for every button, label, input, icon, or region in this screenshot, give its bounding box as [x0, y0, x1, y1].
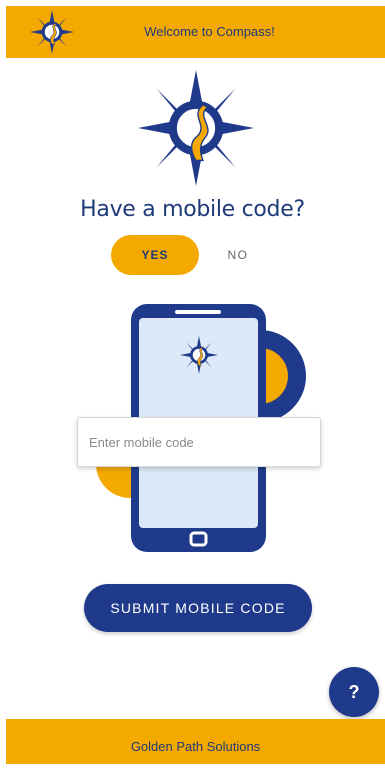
help-button[interactable]: ?	[329, 667, 379, 717]
yes-button[interactable]: YES	[111, 235, 199, 275]
page-heading: Have a mobile code?	[80, 197, 305, 222]
app-footer: Golden Path Solutions	[6, 719, 385, 764]
header-title: Welcome to Compass!	[144, 24, 275, 39]
yes-no-toggle: YES NO	[111, 235, 271, 275]
compass-rose-icon	[138, 70, 254, 186]
footer-text: Golden Path Solutions	[130, 739, 261, 754]
app-header: Welcome to Compass!	[6, 6, 385, 58]
no-button[interactable]: NO	[205, 235, 271, 275]
submit-mobile-code-button[interactable]: SUBMIT MOBILE CODE	[84, 584, 312, 632]
mobile-code-input[interactable]	[77, 417, 321, 467]
